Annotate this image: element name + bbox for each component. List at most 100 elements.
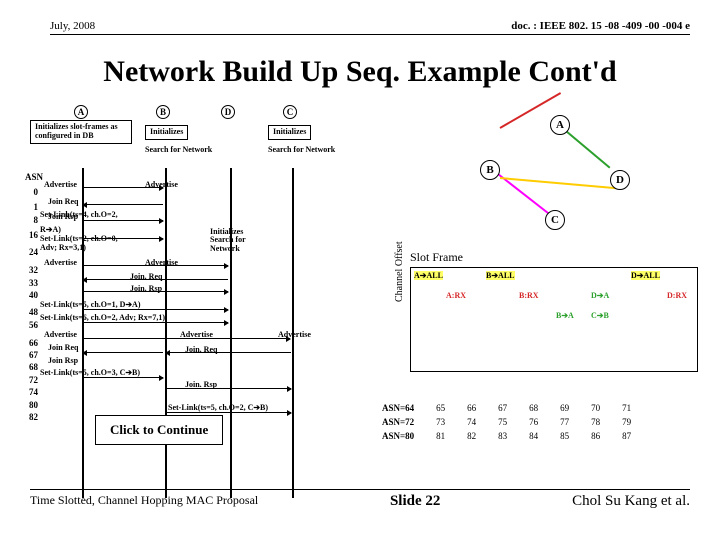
cell: 76 xyxy=(519,416,548,428)
asn-val: 8 xyxy=(34,215,39,225)
node-D-label: D xyxy=(221,105,235,119)
cell: 66 xyxy=(457,402,486,414)
click-to-continue-button[interactable]: Click to Continue xyxy=(95,415,223,445)
arrow xyxy=(83,220,163,221)
setlink-24: Adv; Rx=3,1) xyxy=(40,243,86,252)
ev-advertise-32b: Advertise xyxy=(145,258,178,267)
cell: 65 xyxy=(426,402,455,414)
asn-row-label: ASN=80 xyxy=(372,430,424,442)
cell: 81 xyxy=(426,430,455,442)
asn-val: 32 xyxy=(29,265,38,275)
table-row: ASN=72 73 74 75 76 77 78 79 xyxy=(372,416,641,428)
asn-val: 16 xyxy=(29,230,38,240)
asn-val: 48 xyxy=(29,307,38,317)
slot-d-rx: D:RX xyxy=(667,291,687,300)
network-graph: A B C D xyxy=(430,115,630,235)
asn-val: 1 xyxy=(34,202,39,212)
header-date: July, 2008 xyxy=(50,20,95,32)
lifeline-D xyxy=(230,168,232,498)
slot-frame-grid: A➔ALL B➔ALL D➔ALL A:RX B:RX D➔A D:RX B➔A… xyxy=(410,267,698,372)
slot-c-b: C➔B xyxy=(591,311,609,320)
asn-label: ASN xyxy=(25,172,43,182)
cell: 69 xyxy=(550,402,579,414)
asn-val: 72 xyxy=(29,375,38,385)
asn-table: ASN=64 65 66 67 68 69 70 71 ASN=72 73 74… xyxy=(370,400,643,444)
asn-val: 66 xyxy=(29,338,38,348)
cell: 68 xyxy=(519,402,548,414)
asn-val: 80 xyxy=(29,400,38,410)
asn-val: 0 xyxy=(34,187,39,197)
slot-a-all: A➔ALL xyxy=(414,271,443,280)
slot-d-all: D➔ALL xyxy=(631,271,660,280)
cell: 86 xyxy=(581,430,610,442)
lifeline-B xyxy=(165,168,167,498)
ev-joinreq-67a: Join Req xyxy=(48,343,78,352)
arrow xyxy=(83,204,163,205)
setlink-56: Set-Link(ts=6, ch.O=2, Adv; Rx=7,1) xyxy=(40,313,165,322)
slot-b-all: B➔ALL xyxy=(486,271,515,280)
ev-advertise-0: Advertise xyxy=(44,180,77,189)
slot-b-rx: B:RX xyxy=(519,291,539,300)
cell: 79 xyxy=(612,416,641,428)
cell: 82 xyxy=(457,430,486,442)
arrow xyxy=(83,291,228,292)
inits-search-D: Initializes Search for Network xyxy=(210,228,246,253)
setlink-16: R➔A) Set-Link(ts=2, ch.O=0, xyxy=(40,225,118,243)
arrow xyxy=(83,238,163,239)
footer-rule xyxy=(30,489,690,490)
graph-node-D: D xyxy=(610,170,630,190)
init-B-box: Initializes xyxy=(145,125,188,140)
slide-number: Slide 22 xyxy=(390,493,440,510)
asn-row-label: ASN=72 xyxy=(372,416,424,428)
arrow xyxy=(83,322,228,323)
cell: 71 xyxy=(612,402,641,414)
cell: 77 xyxy=(550,416,579,428)
table-row: ASN=80 81 82 83 84 85 86 87 xyxy=(372,430,641,442)
setlink-82: Set-Link(ts=5, ch.O=2, C➔B) xyxy=(168,403,268,412)
slot-frame-title: Slot Frame xyxy=(410,250,463,265)
graph-node-C: C xyxy=(545,210,565,230)
cell: 85 xyxy=(550,430,579,442)
ev-advertise-32: Advertise xyxy=(44,258,77,267)
graph-node-B: B xyxy=(480,160,500,180)
setlink-8: Set-Link(ts=4, ch.O=2, xyxy=(40,210,118,219)
footer-author: Chol Su Kang et al. xyxy=(572,493,690,510)
page-title: Network Build Up Seq. Example Cont'd xyxy=(0,55,720,89)
asn-val: 24 xyxy=(29,247,38,257)
arrow xyxy=(83,338,290,339)
slot-b-a: B➔A xyxy=(556,311,574,320)
cell: 75 xyxy=(488,416,517,428)
header-doc: doc. : IEEE 802. 15 -08 -409 -00 -004 e xyxy=(511,20,690,32)
table-row: ASN=64 65 66 67 68 69 70 71 xyxy=(372,402,641,414)
arrow xyxy=(166,412,291,413)
search-B: Search for Network xyxy=(145,146,212,154)
setlink-48: Set-Link(ts=5, ch.O=1, D➔A) xyxy=(40,300,141,309)
ev-advertise-0b: Advertise xyxy=(145,180,178,189)
asn-val: 68 xyxy=(29,362,38,372)
init-db-box: Initializes slot-frames as configured in… xyxy=(30,120,132,144)
setlink-72: Set-Link(ts=5, ch.O=3, C➔B) xyxy=(40,368,140,377)
channel-offset-label: Channel Offset xyxy=(394,241,405,302)
cell: 70 xyxy=(581,402,610,414)
arrow xyxy=(83,309,228,310)
arrow xyxy=(166,352,291,353)
cell: 67 xyxy=(488,402,517,414)
arrow xyxy=(83,377,163,378)
ev-joinreq-1: Join Req xyxy=(48,197,78,206)
asn-val: 33 xyxy=(29,278,38,288)
graph-node-A: A xyxy=(550,115,570,135)
arrow xyxy=(83,352,163,353)
asn-row-label: ASN=64 xyxy=(372,402,424,414)
ev-joinrsp-68: Join Rsp xyxy=(48,356,78,365)
slot-a-rx: A:RX xyxy=(446,291,466,300)
cell: 83 xyxy=(488,430,517,442)
node-C-label: C xyxy=(283,105,297,119)
asn-val: 74 xyxy=(29,387,38,397)
cell: 73 xyxy=(426,416,455,428)
cell: 78 xyxy=(581,416,610,428)
asn-val: 40 xyxy=(29,290,38,300)
ev-advertise-66: Advertise xyxy=(44,330,77,339)
slot-d-a: D➔A xyxy=(591,291,609,300)
search-C: Search for Network xyxy=(268,146,335,154)
arrow xyxy=(83,279,228,280)
